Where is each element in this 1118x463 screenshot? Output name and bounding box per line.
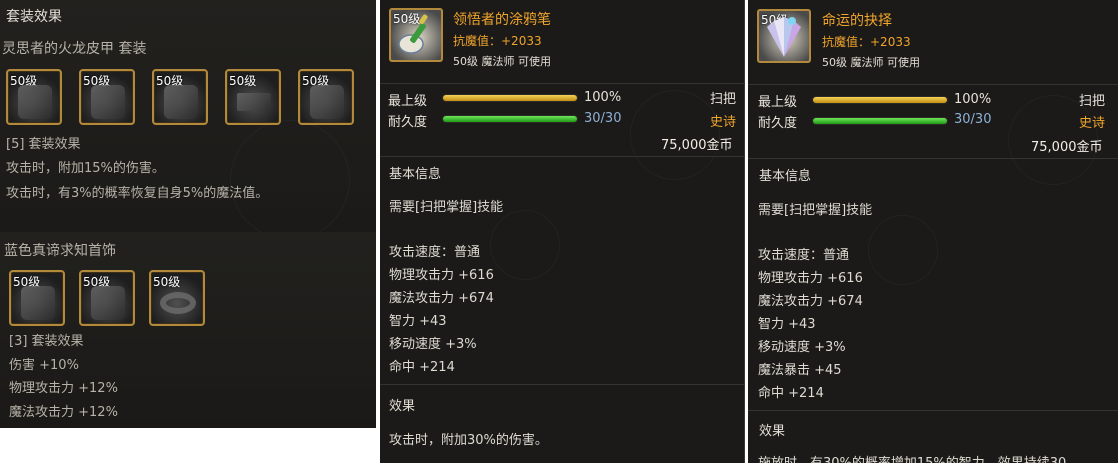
divider [748,410,1118,411]
jewelry-slot-bracelet[interactable]: 50级 [9,270,65,326]
grade-label: 最上级 [388,94,428,109]
armor-slot-bottom[interactable]: 50级 [79,69,135,125]
background-decoration [868,215,938,285]
stat-line: 移动速度 +3% [389,337,477,352]
tooltip-comparison: 套装效果 灵思者的火龙皮甲 套装 50级 50级 50级 50级 50级 [5]… [0,0,1118,463]
requirement: 需要[扫把掌握]技能 [758,203,873,218]
armor-slot-shoes[interactable]: 50级 [298,69,354,125]
set-name: 灵思者的火龙皮甲 套装 [2,41,147,57]
divider [380,384,745,385]
basic-info-header: 基本信息 [389,167,442,182]
stat-line: 移动速度 +3% [758,340,846,355]
divider [380,83,745,84]
grade-value: 100% [584,90,622,105]
divider [748,84,1118,85]
ring-icon [160,292,196,314]
set-effect-panel-jewelry: 蓝色真谛求知首饰 50级 50级 50级 [3] 套装效果 伤害 +10% 物理… [0,232,376,428]
durability-bar [442,115,578,123]
item-type: 扫把 [710,92,737,107]
jewelry-slot-necklace[interactable]: 50级 [79,270,135,326]
effect-header: 效果 [389,399,416,414]
set-effect-line: 攻击时，有3%的概率恢复自身5%的魔法值。 [6,186,269,201]
set-effect-panel-armor: 套装效果 灵思者的火龙皮甲 套装 50级 50级 50级 50级 50级 [5]… [0,0,376,232]
requirement: 需要[扫把掌握]技能 [389,200,504,215]
grade-label: 最上级 [758,95,798,110]
rarity: 史诗 [710,115,737,130]
usable-class: 50级 魔法师 可使用 [822,56,920,69]
effect-text: 施放时，有30%的概率增加15%的智力，效果持续30 [758,452,1066,463]
durability-bar-fill [813,118,947,124]
stat-line: 智力 +43 [389,314,447,329]
set-effect-line: 伤害 +10% [9,358,79,373]
boots-icon [310,85,344,119]
brush-icon [398,14,428,54]
item-type: 扫把 [1079,94,1106,109]
stat-line: 攻击速度：普通 [758,248,850,263]
jewelry-slot-ring[interactable]: 50级 [149,270,205,326]
bracelet-icon [21,286,55,320]
price: 75,000金币 [1031,140,1103,155]
set-effect-line: 物理攻击力 +12% [9,381,118,396]
usable-class: 50级 魔法师 可使用 [453,55,551,68]
effect-text: 攻击时，附加30%的伤害。 [389,433,548,448]
set-effect-line: 魔法攻击力 +12% [9,405,118,420]
stat-line: 魔法攻击力 +674 [389,291,494,306]
level-badge: 50级 [229,74,257,88]
necklace-icon [91,286,125,320]
set-name: 蓝色真谛求知首饰 [4,243,116,259]
durability-bar [812,117,948,125]
belt-icon [237,93,271,111]
set-effect-header: [5] 套装效果 [6,137,81,152]
item-icon-frame[interactable]: 50级 [757,9,811,63]
magic-resist: 抗魔值：+2033 [453,34,542,48]
level-badge: 50级 [153,275,181,289]
item-tooltip-brush: 50级 领悟者的涂鸦笔 抗魔值：+2033 50级 魔法师 可使用 最上级 10… [380,0,745,463]
durability-value: 30/30 [954,112,992,127]
grade-bar [812,96,948,104]
effect-header: 效果 [759,424,786,439]
set-effect-header: [3] 套装效果 [9,334,84,349]
stat-line: 攻击速度：普通 [389,245,481,260]
stat-line: 物理攻击力 +616 [758,271,863,286]
durability-label: 耐久度 [758,116,798,131]
stat-line: 魔法暴击 +45 [758,363,842,378]
price: 75,000金币 [661,138,733,153]
grade-value: 100% [954,92,992,107]
armor-slot-head[interactable]: 50级 [152,69,208,125]
coat-icon [18,85,52,119]
background-decoration [490,210,560,280]
pants-icon [91,85,125,119]
durability-value: 30/30 [584,111,622,126]
item-name: 命运的抉择 [822,13,892,29]
stat-line: 命中 +214 [758,386,824,401]
grade-bar-fill [813,97,947,103]
divider [380,156,745,157]
fan-icon [767,17,801,57]
item-name: 领悟者的涂鸦笔 [453,12,551,28]
background-decoration [230,120,350,240]
armor-slot-top[interactable]: 50级 [6,69,62,125]
divider [748,158,1118,159]
stat-line: 物理攻击力 +616 [389,268,494,283]
set-panel-title: 套装效果 [6,9,62,25]
stat-line: 智力 +43 [758,317,816,332]
durability-label: 耐久度 [388,115,428,130]
armor-slot-belt[interactable]: 50级 [225,69,281,125]
rarity: 史诗 [1079,116,1106,131]
magic-resist: 抗魔值：+2033 [822,35,911,49]
durability-bar-fill [443,116,577,122]
basic-info-header: 基本信息 [759,169,812,184]
grade-bar-fill [443,95,577,101]
shoulder-icon [164,85,198,119]
stat-line: 魔法攻击力 +674 [758,294,863,309]
set-effect-line: 攻击时，附加15%的伤害。 [6,161,165,176]
item-tooltip-fan: 50级 命运的抉择 抗魔值：+2033 50级 魔法师 可使用 最上级 100%… [748,0,1118,463]
stat-line: 命中 +214 [389,360,455,375]
grade-bar [442,94,578,102]
item-icon-frame[interactable]: 50级 [389,8,443,62]
